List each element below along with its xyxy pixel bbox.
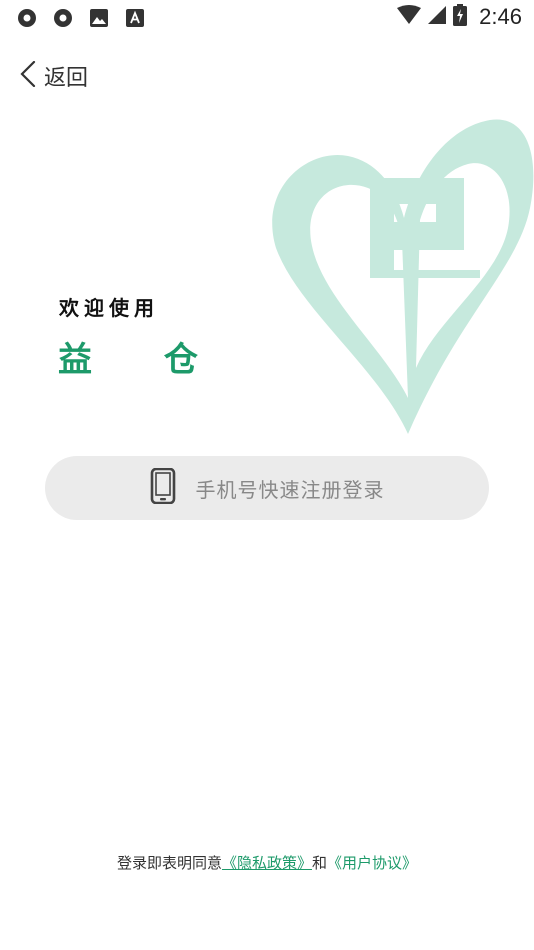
phone-login-button[interactable]: 手机号快速注册登录 xyxy=(45,456,489,520)
signal-icon xyxy=(427,5,447,29)
phone-login-label: 手机号快速注册登录 xyxy=(195,477,385,502)
welcome-text: 欢迎使用 xyxy=(59,296,159,320)
image-icon xyxy=(88,7,110,29)
status-time: 2:46 xyxy=(479,4,522,29)
chevron-left-icon xyxy=(20,60,36,91)
back-label: 返回 xyxy=(44,66,89,91)
phone-icon xyxy=(150,467,176,508)
battery-charging-icon xyxy=(453,4,468,30)
heart-logo xyxy=(272,119,534,434)
brand-name: 益 仓 xyxy=(58,340,228,380)
agreement-and: 和 xyxy=(312,854,328,872)
privacy-policy-link[interactable]: 《隐私政策》 xyxy=(222,854,312,872)
font-icon xyxy=(124,7,146,29)
back-button[interactable]: 返回 xyxy=(20,60,88,92)
agreement-prefix: 登录即表明同意 xyxy=(116,854,222,872)
record-icon xyxy=(16,7,38,29)
agreement-text: 登录即表明同意《隐私政策》和《用户协议》 xyxy=(0,852,534,873)
wifi-icon xyxy=(397,5,422,29)
user-agreement-link[interactable]: 《用户协议》 xyxy=(327,854,417,872)
record-icon xyxy=(52,7,74,29)
status-bar: 2:46 xyxy=(0,0,534,36)
